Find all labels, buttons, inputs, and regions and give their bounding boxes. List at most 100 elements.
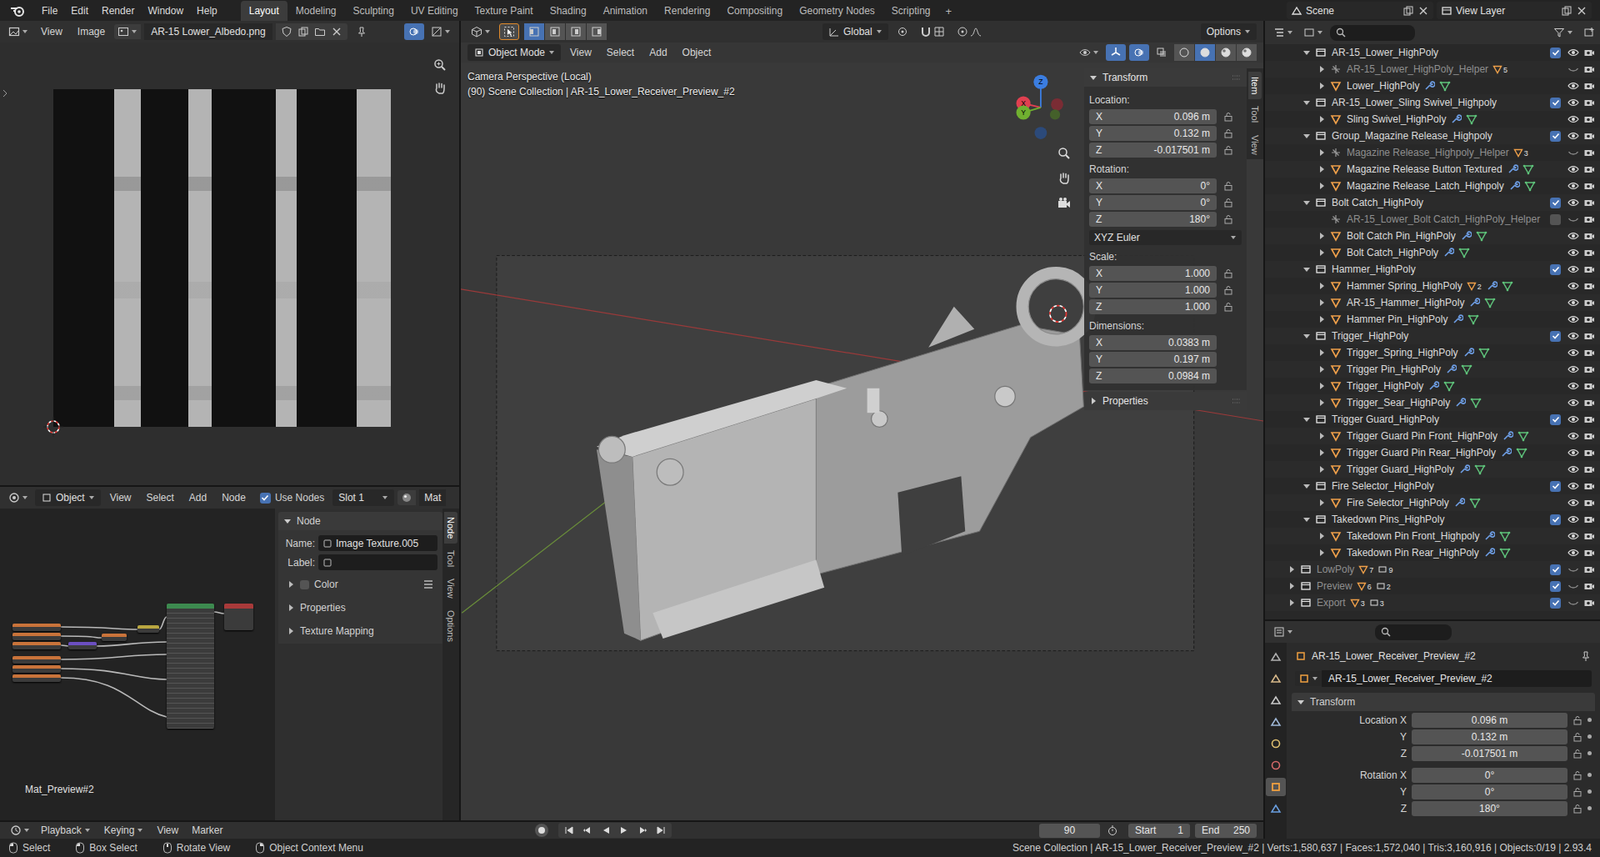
outliner-row[interactable]: Hammer Pin_HighPoly: [1265, 310, 1600, 328]
outliner-row[interactable]: AR-15_Lower_HighPoly: [1265, 44, 1600, 61]
properties-tab[interactable]: [1265, 755, 1286, 775]
child-count-badge[interactable]: 2: [1375, 580, 1391, 591]
node-link[interactable]: [96, 641, 167, 646]
lock-icon[interactable]: [1223, 180, 1234, 191]
disclosure-arrow-icon[interactable]: [1317, 148, 1326, 157]
filter-button[interactable]: [1550, 24, 1577, 41]
render-camera-icon[interactable]: [1583, 146, 1595, 159]
outliner-row[interactable]: Trigger Guard Pin Front_HighPoly: [1265, 427, 1600, 445]
menu-item[interactable]: Edit: [64, 2, 95, 20]
node-link[interactable]: [60, 654, 167, 660]
lock-icon[interactable]: [1572, 731, 1583, 742]
modifier-wrench-icon[interactable]: [1501, 430, 1514, 442]
outliner-item-name[interactable]: Hammer_HighPoly: [1331, 263, 1416, 275]
shader-node[interactable]: [12, 655, 61, 664]
drag-handle-icon[interactable]: [1231, 397, 1242, 405]
outliner-item-name[interactable]: Trigger Guard_HighPoly: [1331, 413, 1440, 425]
render-camera-icon[interactable]: [1583, 396, 1595, 409]
node-link[interactable]: [60, 645, 69, 646]
number-field[interactable]: Y0.197 m: [1089, 351, 1217, 367]
outliner-item-name[interactable]: Trigger Guard Pin Rear_HighPoly: [1346, 446, 1496, 459]
outliner-item-name[interactable]: Trigger Guard Pin Front_HighPoly: [1346, 430, 1498, 442]
visibility-eye-icon[interactable]: [1567, 330, 1580, 342]
object-visibility-button[interactable]: [1075, 44, 1103, 61]
options-dropdown[interactable]: Options: [1200, 23, 1257, 40]
sidebar-tab[interactable]: View: [444, 573, 458, 604]
workspace-tab[interactable]: Layout: [240, 0, 288, 21]
exclude-checkbox[interactable]: [1550, 47, 1561, 59]
modifier-wrench-icon[interactable]: [1453, 496, 1465, 509]
shader-node[interactable]: [137, 625, 160, 633]
shading-mode-button[interactable]: [1174, 44, 1195, 61]
number-field[interactable]: X0.0383 m: [1089, 335, 1217, 350]
number-field[interactable]: 0°: [1411, 784, 1568, 800]
lock-icon[interactable]: [1223, 145, 1234, 155]
lock-icon[interactable]: [1223, 301, 1234, 312]
shading-mode-button[interactable]: [1215, 44, 1236, 61]
outliner-row[interactable]: Takedown Pin Front_Highpoly: [1265, 527, 1600, 545]
exclude-checkbox[interactable]: [1550, 480, 1561, 492]
interaction-mode-dropdown[interactable]: Object Mode: [467, 44, 561, 61]
modifier-wrench-icon[interactable]: [1483, 546, 1495, 559]
new-collection-icon[interactable]: [1583, 26, 1595, 39]
2d-cursor-icon[interactable]: [43, 416, 64, 437]
outliner-row[interactable]: Hammer_HighPoly: [1265, 260, 1600, 278]
shader-node[interactable]: [12, 665, 61, 673]
checkbox[interactable]: [300, 580, 310, 590]
render-camera-icon[interactable]: [1583, 330, 1595, 342]
mesh-data-icon[interactable]: [1522, 163, 1535, 175]
child-count-badge[interactable]: 3: [1369, 597, 1385, 608]
disclosure-arrow-icon[interactable]: [1302, 198, 1311, 207]
number-field[interactable]: 0°: [1411, 767, 1568, 783]
render-camera-icon[interactable]: [1583, 130, 1595, 142]
outliner-item-name[interactable]: AR-15_Lower_HighPoly_Helper: [1346, 63, 1489, 75]
modifier-wrench-icon[interactable]: [1450, 113, 1462, 125]
modifier-wrench-icon[interactable]: [1454, 396, 1466, 409]
render-camera-icon[interactable]: [1583, 280, 1595, 292]
node-link[interactable]: [60, 635, 102, 638]
number-field[interactable]: 0.132 m: [1411, 729, 1568, 745]
disclosure-arrow-icon[interactable]: [1317, 381, 1326, 390]
visibility-eye-icon[interactable]: [1567, 230, 1580, 242]
disclosure-arrow-icon[interactable]: [1317, 298, 1326, 307]
overlays-toggle[interactable]: [404, 23, 425, 40]
outliner-item-name[interactable]: Bolt Catch Pin_HighPoly: [1346, 230, 1456, 242]
mesh-data-icon[interactable]: [1470, 396, 1482, 409]
render-camera-icon[interactable]: [1583, 230, 1595, 242]
render-camera-icon[interactable]: [1583, 296, 1595, 309]
disclosure-arrow-icon[interactable]: [1317, 181, 1326, 190]
outliner-row[interactable]: Fire Selector_HighPoly: [1265, 494, 1600, 511]
visibility-eye-icon[interactable]: [1567, 563, 1580, 575]
header-menu[interactable]: Select: [140, 489, 180, 506]
use-preview-range-button[interactable]: [1101, 824, 1124, 836]
visibility-eye-icon[interactable]: [1567, 263, 1580, 275]
material-browse-button[interactable]: [397, 490, 416, 505]
next-keyframe-icon[interactable]: [636, 824, 649, 836]
mesh-data-icon[interactable]: [1517, 430, 1530, 442]
editor-type-button[interactable]: [6, 821, 34, 839]
fake-user-shield-icon[interactable]: [280, 25, 293, 38]
proportional-edit-button[interactable]: [953, 23, 985, 40]
number-field[interactable]: Z180°: [1089, 211, 1217, 227]
editor-type-button[interactable]: [5, 489, 32, 506]
node-panel-header[interactable]: Node: [278, 511, 443, 530]
shader-type-dropdown[interactable]: Object: [35, 489, 101, 506]
drag-handle-icon[interactable]: [1231, 74, 1242, 81]
number-field[interactable]: X1.000: [1089, 265, 1217, 281]
auto-keying-button[interactable]: [535, 823, 549, 837]
keyframe-dot[interactable]: [1587, 789, 1592, 794]
render-camera-icon[interactable]: [1583, 480, 1595, 492]
previous-keyframe-icon[interactable]: [581, 824, 594, 836]
number-field[interactable]: Y0°: [1089, 195, 1217, 210]
exclude-checkbox[interactable]: [1550, 197, 1561, 209]
outliner-row[interactable]: Trigger_Spring_HighPoly: [1265, 344, 1600, 361]
shader-node[interactable]: [12, 632, 61, 640]
visibility-eye-icon[interactable]: [1567, 213, 1580, 225]
outliner-row[interactable]: Hammer Spring_HighPoly2: [1265, 277, 1600, 295]
lock-icon[interactable]: [1223, 128, 1234, 139]
gizmo-toggle[interactable]: [1105, 44, 1126, 61]
node-link[interactable]: [60, 626, 138, 630]
visibility-eye-icon[interactable]: [1567, 146, 1580, 159]
editor-type-button[interactable]: [1270, 623, 1297, 640]
outliner-item-name[interactable]: Trigger_HighPoly: [1346, 380, 1424, 392]
